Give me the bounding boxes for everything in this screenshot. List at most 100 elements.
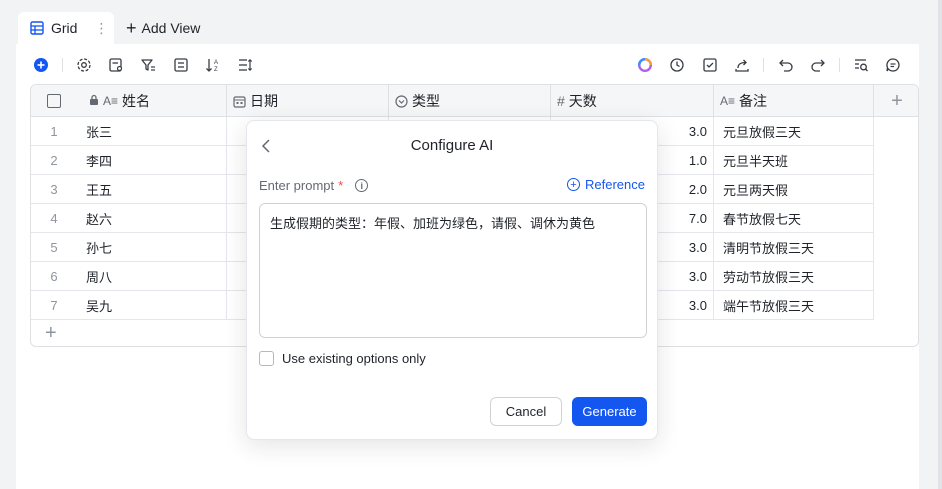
search-button[interactable]	[852, 56, 870, 74]
redo-button[interactable]	[809, 56, 827, 74]
toolbar-divider	[763, 58, 764, 72]
row-number: 6	[50, 268, 58, 284]
checkbox-label: Use existing options only	[282, 351, 426, 366]
info-icon[interactable]: i	[355, 179, 369, 192]
column-header-type[interactable]: 类型	[389, 85, 551, 117]
note-cell[interactable]: 清明节放假三天	[714, 233, 874, 261]
note-cell[interactable]: 端午节放假三天	[714, 291, 874, 319]
field-config-button[interactable]	[107, 56, 125, 74]
share-button[interactable]	[733, 56, 751, 74]
grid-header: A≡ 姓名 日期 类型 # 天数 A≡ 备注 +	[31, 85, 918, 117]
add-record-button[interactable]	[32, 56, 50, 74]
required-mark: *	[338, 178, 344, 193]
add-column-button[interactable]: +	[874, 85, 918, 117]
prompt-textarea[interactable]: 生成假期的类型：年假、加班为绿色，请假、调休为黄色	[259, 203, 647, 338]
name-cell[interactable]: 周八	[77, 262, 227, 290]
reference-button[interactable]: + Reference	[567, 177, 645, 192]
name-cell[interactable]: 王五	[77, 175, 227, 203]
column-label: 天数	[568, 93, 597, 109]
sort-button[interactable]: AZ	[204, 56, 222, 74]
ai-ring-icon	[637, 57, 653, 73]
add-view-button[interactable]: + Add View	[126, 18, 201, 38]
note-cell[interactable]: 元旦放假三天	[714, 117, 874, 145]
cancel-button[interactable]: Cancel	[490, 397, 562, 426]
select-all-cell	[31, 85, 77, 117]
checkbox-icon	[703, 58, 717, 72]
note-cell[interactable]: 劳动节放假三天	[714, 262, 874, 290]
note-cell[interactable]: 春节放假七天	[714, 204, 874, 232]
sort-icon: AZ	[206, 59, 218, 73]
tab-grid-label: Grid	[51, 20, 78, 36]
row-number: 2	[50, 152, 58, 168]
column-label: 备注	[739, 93, 768, 109]
comments-button[interactable]	[884, 56, 902, 74]
number-icon: #	[557, 93, 565, 109]
filter-icon	[141, 59, 155, 71]
add-view-label: Add View	[141, 20, 201, 36]
row-height-button[interactable]	[236, 56, 254, 74]
list-icon	[174, 58, 188, 72]
search-list-icon	[855, 59, 868, 72]
redo-icon	[811, 59, 825, 72]
row-number: 3	[50, 181, 58, 197]
generate-button[interactable]: Generate	[572, 397, 647, 426]
note-cell[interactable]: 元旦半天班	[714, 146, 874, 174]
group-button[interactable]	[172, 56, 190, 74]
name-cell[interactable]: 赵六	[77, 204, 227, 232]
calendar-icon	[233, 95, 246, 108]
use-existing-options-checkbox[interactable]	[259, 351, 274, 366]
row-number: 5	[50, 239, 58, 255]
text-icon: A≡	[103, 94, 119, 108]
row-height-icon	[239, 59, 253, 71]
prompt-label-text: Enter prompt	[259, 178, 335, 193]
settings-button[interactable]	[75, 56, 93, 74]
ai-assistant-button[interactable]	[636, 56, 654, 74]
column-header-name[interactable]: A≡ 姓名	[77, 85, 227, 117]
share-icon	[735, 59, 749, 72]
configure-ai-dialog: Configure AI Enter prompt * i + Referenc…	[246, 120, 658, 440]
row-number: 4	[50, 210, 58, 226]
lock-icon	[89, 94, 99, 108]
toolbar: AZ	[16, 44, 919, 86]
name-cell[interactable]: 吴九	[77, 291, 227, 319]
table-settings-icon	[109, 58, 123, 72]
name-cell[interactable]: 李四	[77, 146, 227, 174]
column-header-days[interactable]: # 天数	[551, 85, 714, 117]
dialog-title: Configure AI	[410, 137, 494, 154]
undo-button[interactable]	[777, 56, 795, 74]
column-label: 类型	[412, 93, 440, 109]
name-cell[interactable]: 孙七	[77, 233, 227, 261]
toolbar-divider	[839, 58, 840, 72]
column-header-note[interactable]: A≡ 备注	[714, 85, 874, 117]
history-button[interactable]	[668, 56, 686, 74]
note-cell[interactable]: 元旦两天假	[714, 175, 874, 203]
add-circle-icon	[34, 58, 48, 72]
undo-icon	[779, 59, 793, 72]
select-all-checkbox[interactable]	[47, 94, 61, 108]
filter-button[interactable]	[139, 56, 157, 74]
row-number: 1	[50, 123, 58, 139]
scrollbar[interactable]	[938, 0, 942, 489]
name-cell[interactable]: 张三	[77, 117, 227, 145]
svg-text:Z: Z	[214, 67, 218, 73]
history-icon	[670, 58, 684, 72]
reference-label: Reference	[585, 177, 645, 192]
svg-text:A: A	[214, 60, 218, 66]
use-existing-options-option[interactable]: Use existing options only	[259, 351, 426, 366]
tab-more-icon[interactable]: ⋮	[94, 20, 108, 37]
checklist-button[interactable]	[701, 56, 719, 74]
gear-icon	[77, 58, 91, 72]
row-number: 7	[50, 297, 58, 313]
add-row-button[interactable]: +	[45, 322, 57, 345]
prompt-label: Enter prompt * i	[259, 178, 369, 193]
text-icon: A≡	[720, 94, 736, 108]
column-header-date[interactable]: 日期	[227, 85, 389, 117]
single-select-icon	[395, 94, 408, 108]
plus-icon: +	[126, 18, 137, 38]
tab-grid[interactable]: Grid ⋮	[18, 12, 114, 44]
app-page: Grid ⋮ + Add View AZ A≡ 姓名 日期 类型 # 天数 A≡…	[16, 0, 919, 489]
column-label: 姓名	[122, 93, 151, 109]
add-circle-icon: +	[567, 178, 581, 191]
toolbar-divider	[62, 58, 63, 72]
column-label: 日期	[250, 93, 278, 109]
